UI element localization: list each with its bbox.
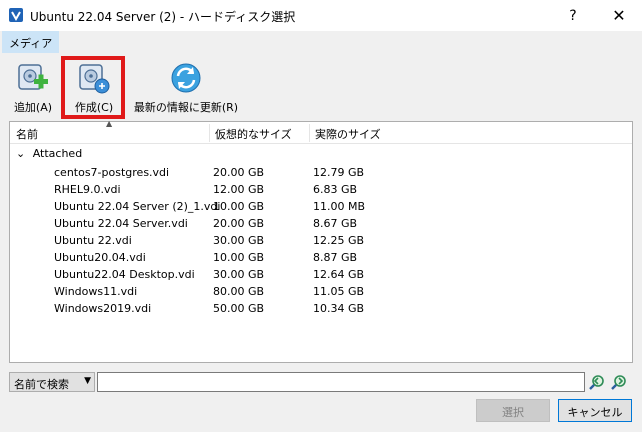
cell-name: Ubuntu 22.04 Server (2)_1.vdi — [54, 200, 221, 213]
help-button[interactable]: ? — [556, 0, 590, 31]
table-row[interactable]: Windows2019.vdi 50.00 GB 10.34 GB — [10, 300, 632, 317]
add-button[interactable]: 追加(A) — [10, 61, 56, 115]
table-row[interactable]: Ubuntu 22.vdi 30.00 GB 12.25 GB — [10, 232, 632, 249]
list-header: ▲ 名前 仮想的なサイズ 実際のサイズ — [10, 119, 632, 144]
table-row[interactable]: centos7-postgres.vdi 20.00 GB 12.79 GB — [10, 164, 632, 181]
column-actual-size[interactable]: 実際のサイズ — [309, 122, 429, 144]
cell-actual-size: 11.00 MB — [313, 200, 366, 213]
hard-disk-selector-dialog: Ubuntu 22.04 Server (2) - ハードディスク選択 ? ✕ … — [0, 0, 642, 432]
cell-virtual-size: 12.00 GB — [213, 183, 265, 196]
cell-name: RHEL9.0.vdi — [54, 183, 121, 196]
cell-name: Ubuntu 22.vdi — [54, 234, 132, 247]
refresh-label: 最新の情報に更新(R) — [133, 101, 239, 114]
table-row[interactable]: Ubuntu20.04.vdi 10.00 GB 8.87 GB — [10, 249, 632, 266]
search-mode-dropdown[interactable]: 名前で検索 ▼ — [9, 372, 95, 392]
cell-virtual-size: 20.00 GB — [213, 166, 265, 179]
cell-virtual-size: 30.00 GB — [213, 234, 265, 247]
cell-name: Windows2019.vdi — [54, 302, 152, 315]
cell-virtual-size: 30.00 GB — [213, 268, 265, 281]
cell-name: Windows11.vdi — [54, 285, 138, 298]
virtualbox-icon — [9, 8, 23, 22]
table-row[interactable]: Ubuntu 22.04 Server (2)_1.vdi 10.00 GB 11.… — [10, 198, 632, 215]
table-row[interactable]: Ubuntu 22.04 Server.vdi 20.00 GB 8.67 GB — [10, 215, 632, 232]
search-mode-label: 名前で検索 — [14, 378, 69, 391]
cell-actual-size: 8.67 GB — [313, 217, 358, 230]
refresh-icon — [171, 63, 201, 93]
add-disk-icon — [18, 64, 48, 90]
group-attached[interactable]: ⌄ Attached — [16, 147, 82, 163]
cell-actual-size: 12.79 GB — [313, 166, 365, 179]
cell-name: Ubuntu22.04 Desktop.vdi — [54, 268, 195, 281]
menu-bar: メディア — [0, 31, 642, 53]
cell-name: Ubuntu20.04.vdi — [54, 251, 146, 264]
search-input[interactable] — [97, 372, 585, 392]
medium-list[interactable]: ▲ 名前 仮想的なサイズ 実際のサイズ ⌄ Attached centos7-p… — [9, 119, 633, 363]
dropdown-arrow-icon: ▼ — [84, 376, 91, 386]
window-title: Ubuntu 22.04 Server (2) - ハードディスク選択 — [30, 10, 296, 24]
column-virtual-size[interactable]: 仮想的なサイズ — [209, 122, 309, 144]
cell-actual-size: 11.05 GB — [313, 285, 365, 298]
cell-virtual-size: 10.00 GB — [213, 251, 265, 264]
table-row[interactable]: Windows11.vdi 80.00 GB 11.05 GB — [10, 283, 632, 300]
cell-name: centos7-postgres.vdi — [54, 166, 170, 179]
group-label: Attached — [32, 147, 83, 160]
cell-actual-size: 12.64 GB — [313, 268, 365, 281]
cell-actual-size: 8.87 GB — [313, 251, 358, 264]
table-row[interactable]: RHEL9.0.vdi 12.00 GB 6.83 GB — [10, 181, 632, 198]
title-bar: Ubuntu 22.04 Server (2) - ハードディスク選択 ? ✕ — [0, 0, 642, 31]
expand-chevron-icon[interactable]: ⌄ — [16, 147, 25, 160]
select-button[interactable]: 選択 — [476, 399, 550, 422]
close-button[interactable]: ✕ — [596, 0, 642, 31]
cell-virtual-size: 80.00 GB — [213, 285, 265, 298]
cell-virtual-size: 20.00 GB — [213, 217, 265, 230]
cancel-button[interactable]: キャンセル — [558, 399, 632, 422]
search-next-icon[interactable] — [610, 373, 628, 391]
cell-actual-size: 12.25 GB — [313, 234, 365, 247]
table-row[interactable]: Ubuntu22.04 Desktop.vdi 30.00 GB 12.64 GB — [10, 266, 632, 283]
cell-actual-size: 6.83 GB — [313, 183, 358, 196]
add-label: 追加(A) — [13, 101, 53, 114]
cell-name: Ubuntu 22.04 Server.vdi — [54, 217, 188, 230]
menu-media[interactable]: メディア — [2, 31, 60, 53]
create-highlight-box — [61, 56, 125, 119]
search-bar: 名前で検索 ▼ — [9, 372, 633, 394]
cell-virtual-size: 10.00 GB — [213, 200, 265, 213]
refresh-button[interactable]: 最新の情報に更新(R) — [128, 61, 244, 115]
cell-virtual-size: 50.00 GB — [213, 302, 265, 315]
search-previous-icon[interactable] — [588, 373, 606, 391]
column-name[interactable]: 名前 — [10, 122, 209, 144]
cell-actual-size: 10.34 GB — [313, 302, 365, 315]
